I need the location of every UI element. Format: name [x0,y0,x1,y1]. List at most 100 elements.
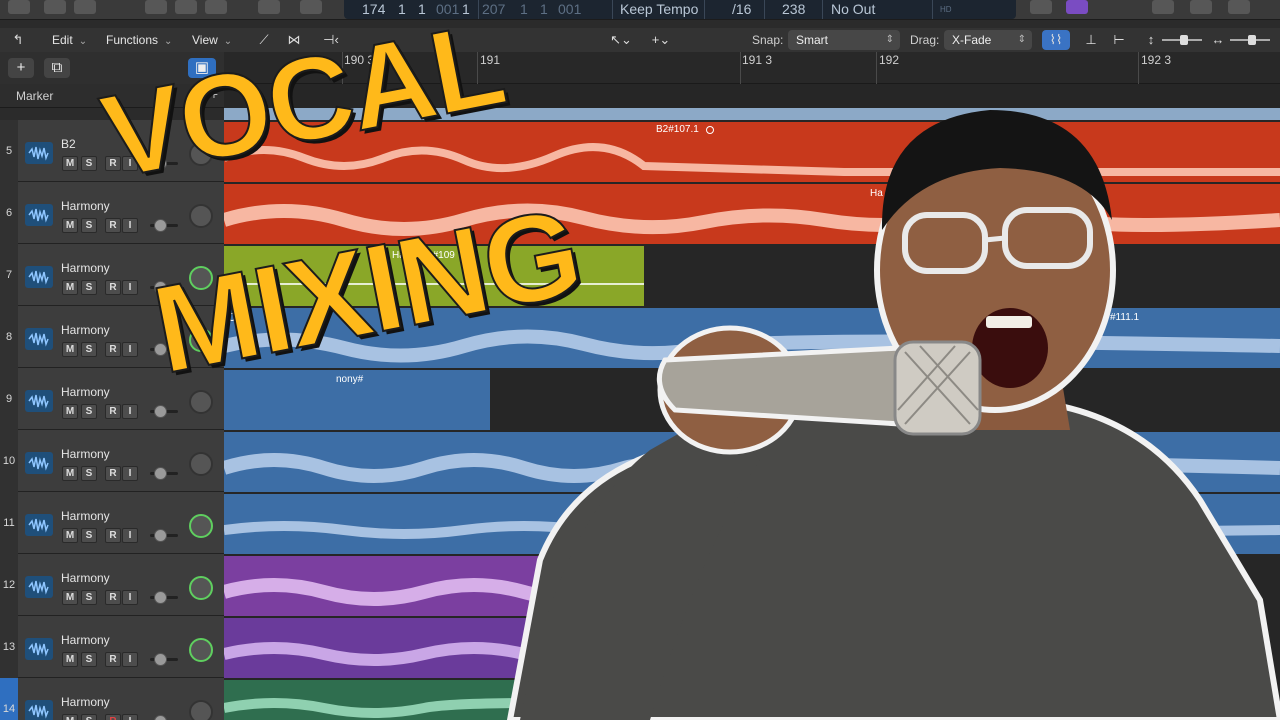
record-enable-button[interactable]: R [105,714,121,720]
catch-icon[interactable]: ⊣‹ [318,30,344,50]
smart-controls-button[interactable] [145,0,167,14]
toolbar-button[interactable] [74,0,96,14]
add-marker-button[interactable]: + [210,86,218,102]
duplicate-track-icon[interactable]: ⧉ [44,58,70,78]
record-enable-button[interactable]: R [105,280,121,295]
notepad-button[interactable] [1190,0,1212,14]
pan-knob[interactable] [189,514,213,538]
record-enable-button[interactable]: R [105,218,121,233]
track-name[interactable]: Harmony [61,323,110,337]
solo-button[interactable]: S [81,590,97,605]
track-header[interactable]: 6 Harmony M S R I [0,182,224,244]
track-name[interactable]: Harmony [61,695,110,709]
solo-button[interactable]: S [81,652,97,667]
marquee-tool-icon[interactable]: +⌄ [646,30,676,50]
mute-button[interactable]: M [62,590,78,605]
track-header[interactable]: 12 Harmony M S R I [0,554,224,616]
horizontal-zoom-handle[interactable] [1248,35,1256,45]
library-button[interactable] [8,0,30,14]
volume-fader[interactable] [150,156,178,170]
pan-knob[interactable] [189,390,213,414]
pan-knob[interactable] [189,700,213,720]
metronome-button[interactable] [1066,0,1088,14]
solo-button[interactable]: S [81,466,97,481]
pointer-tool-icon[interactable]: ↖⌄ [606,30,636,50]
record-enable-button[interactable]: R [105,342,121,357]
input-monitor-button[interactable]: I [122,528,138,543]
input-monitor-button[interactable]: I [122,342,138,357]
track-name[interactable]: Harmony [61,385,110,399]
track-name[interactable]: Harmony [61,447,110,461]
flex-icon[interactable]: ⋈ [282,30,306,50]
mute-button[interactable]: M [62,280,78,295]
solo-button[interactable]: S [81,342,97,357]
solo-button[interactable]: S [81,156,97,171]
pan-knob[interactable] [189,328,213,352]
track-name[interactable]: Harmony [61,571,110,585]
solo-button[interactable]: S [81,280,97,295]
input-monitor-button[interactable]: I [122,156,138,171]
mute-button[interactable]: M [62,528,78,543]
track-name[interactable]: B2 [61,137,76,151]
lcd-tempo[interactable]: 238 [782,1,805,17]
track-header[interactable]: 7 Harmony M S R I [0,244,224,306]
rewind-button[interactable] [258,0,280,14]
track-name[interactable]: Harmony [61,199,110,213]
input-monitor-button[interactable]: I [122,218,138,233]
mute-button[interactable]: M [62,404,78,419]
track-header[interactable]: 8 Harmony M S R I [0,306,224,368]
lcd-output[interactable]: No Out [831,1,875,17]
input-monitor-button[interactable]: I [122,590,138,605]
pan-knob[interactable] [189,266,213,290]
record-enable-button[interactable]: R [105,404,121,419]
volume-fader[interactable] [150,342,178,356]
solo-button[interactable]: S [81,714,97,720]
functions-menu[interactable]: Functions ⌄ [100,30,178,50]
solo-button[interactable]: S [81,404,97,419]
volume-fader[interactable] [150,466,178,480]
waveform-zoom-icon[interactable]: ⌇⌇ [1042,30,1070,50]
inspector-button[interactable] [44,0,66,14]
audio-region[interactable]: nony# [224,370,490,430]
solo-button[interactable]: S [81,528,97,543]
track-header[interactable]: 11 Harmony M S R I [0,492,224,554]
cpu-meter-icon[interactable] [1030,0,1052,14]
volume-fader[interactable] [150,652,178,666]
mute-button[interactable]: M [62,652,78,667]
fit-horizontal-icon[interactable]: ⊢ [1108,30,1130,50]
track-name[interactable]: Harmony [61,261,110,275]
pan-knob[interactable] [189,142,213,166]
fit-vertical-icon[interactable]: ⊥ [1080,30,1102,50]
input-monitor-button[interactable]: I [122,404,138,419]
edit-menu[interactable]: Edit ⌄ [46,30,93,50]
record-enable-button[interactable]: R [105,156,121,171]
mute-button[interactable]: M [62,466,78,481]
track-header[interactable]: 10 Harmony M S R I [0,430,224,492]
track-name[interactable]: Harmony [61,509,110,523]
record-enable-button[interactable]: R [105,528,121,543]
lcd-division[interactable]: /16 [732,1,751,17]
solo-button[interactable]: S [81,218,97,233]
track-header[interactable]: 14 Harmony M S R I [0,678,224,720]
track-name[interactable]: Harmony [61,633,110,647]
mute-button[interactable]: M [62,342,78,357]
view-menu[interactable]: View ⌄ [186,30,238,50]
volume-fader[interactable] [150,714,178,720]
mute-button[interactable]: M [62,714,78,720]
global-tracks-icon[interactable]: ▣ [188,58,216,78]
automation-icon[interactable]: ⟋ [252,30,276,50]
volume-fader[interactable] [150,528,178,542]
play-button[interactable] [300,0,322,14]
pan-knob[interactable] [189,452,213,476]
record-enable-button[interactable]: R [105,466,121,481]
mute-button[interactable]: M [62,156,78,171]
volume-fader[interactable] [150,590,178,604]
lcd-tempo-mode[interactable]: Keep Tempo [620,1,698,17]
vertical-zoom-handle[interactable] [1180,35,1188,45]
input-monitor-button[interactable]: I [122,280,138,295]
pan-knob[interactable] [189,576,213,600]
track-header[interactable]: 5 B2 M S R I [0,120,224,182]
snap-select[interactable]: Smart ⇕ [788,30,900,50]
volume-fader[interactable] [150,404,178,418]
list-editors-button[interactable] [1152,0,1174,14]
